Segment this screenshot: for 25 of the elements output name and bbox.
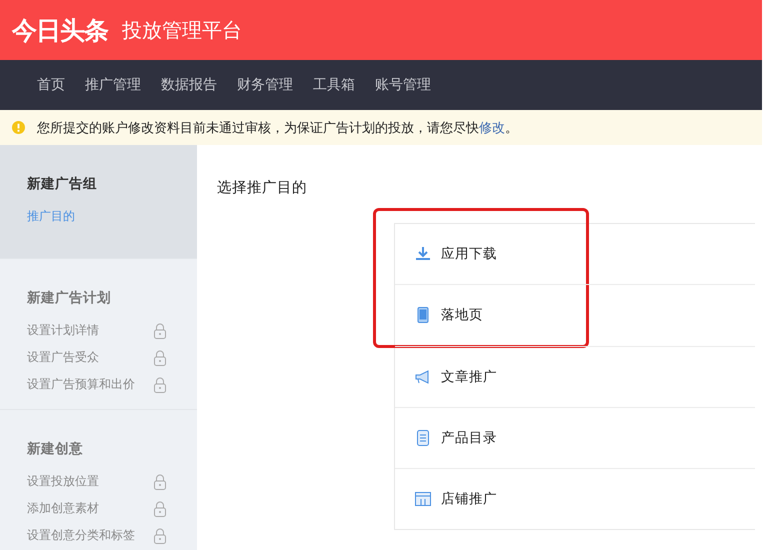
nav-item[interactable]: 财务管理 (237, 76, 293, 94)
section-title: 新建广告组 (27, 175, 98, 193)
nav-item[interactable]: 首页 (37, 76, 65, 94)
store-icon (415, 491, 431, 507)
nav-item[interactable]: 账号管理 (375, 76, 431, 94)
logo: 今日头条 (12, 14, 108, 46)
nav-item[interactable]: 工具箱 (313, 76, 355, 94)
warning-icon (12, 121, 25, 134)
nav-item[interactable]: 推广管理 (85, 76, 141, 94)
section-title: 新建广告计划 (27, 289, 112, 307)
megaphone-icon (415, 369, 431, 385)
edit-link[interactable]: 修改 (479, 120, 505, 136)
phone-icon (415, 307, 431, 323)
promotion-option[interactable]: 文章推广 (395, 346, 755, 407)
nav-item[interactable]: 数据报告 (161, 76, 217, 94)
download-icon (415, 246, 431, 262)
promotion-option[interactable]: 应用下载 (395, 224, 755, 284)
section-title: 新建创意 (27, 440, 84, 458)
list-icon (415, 430, 431, 446)
notice-text: 您所提交的账户修改资料目前未通过审核，为保证广告计划的投放，请您尽快修改。 (37, 120, 518, 136)
promotion-option[interactable]: 落地页 (395, 284, 755, 345)
promotion-option[interactable]: 产品目录 (395, 407, 755, 468)
promotion-option[interactable]: 店铺推广 (395, 468, 755, 529)
section-heading: 选择推广目的 (217, 180, 307, 196)
platform-title: 投放管理平台 (122, 16, 242, 44)
